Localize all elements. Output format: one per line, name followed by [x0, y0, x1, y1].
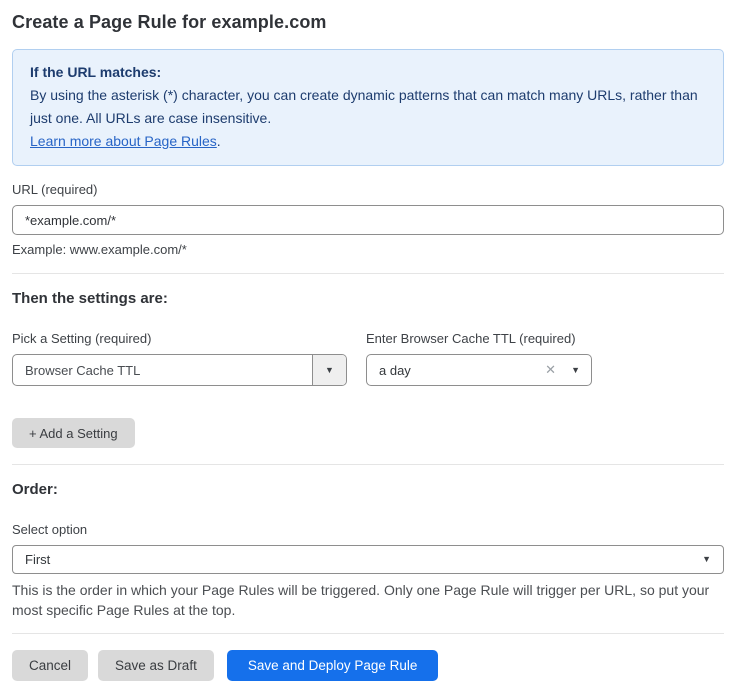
order-helper-text: This is the order in which your Page Rul… — [12, 580, 724, 620]
ttl-picker-column: Enter Browser Cache TTL (required) a day… — [366, 307, 592, 386]
info-box-link-line: Learn more about Page Rules. — [30, 130, 706, 153]
setting-picker-label: Pick a Setting (required) — [12, 331, 347, 346]
cancel-button[interactable]: Cancel — [12, 650, 88, 681]
settings-row: Pick a Setting (required) Browser Cache … — [12, 307, 724, 386]
divider — [12, 633, 724, 634]
chevron-down-icon: ▼ — [702, 555, 711, 564]
footer-buttons: Cancel Save as Draft Save and Deploy Pag… — [12, 650, 724, 681]
ttl-picker-combobox[interactable]: a day ✕ ▼ — [366, 354, 592, 386]
add-setting-button[interactable]: + Add a Setting — [12, 418, 135, 448]
link-period: . — [217, 133, 221, 149]
setting-picker-select[interactable]: Browser Cache TTL ▼ — [12, 354, 347, 386]
clear-icon[interactable]: ✕ — [545, 362, 556, 378]
url-input[interactable] — [12, 205, 724, 235]
ttl-picker-label: Enter Browser Cache TTL (required) — [366, 331, 592, 346]
divider — [12, 273, 724, 274]
save-and-deploy-button[interactable]: Save and Deploy Page Rule — [227, 650, 439, 681]
url-helper-text: Example: www.example.com/* — [12, 242, 724, 257]
order-section-heading: Order: — [12, 481, 724, 498]
info-box-body: By using the asterisk (*) character, you… — [30, 84, 706, 130]
learn-more-link[interactable]: Learn more about Page Rules — [30, 133, 217, 149]
settings-section-heading: Then the settings are: — [12, 290, 724, 307]
url-label: URL (required) — [12, 182, 724, 197]
ttl-picker-value: a day — [379, 363, 545, 378]
order-select-value: First — [25, 552, 702, 567]
divider — [12, 464, 724, 465]
info-box-heading: If the URL matches: — [30, 61, 706, 84]
page-title: Create a Page Rule for example.com — [12, 12, 724, 33]
url-matches-info-box: If the URL matches: By using the asteris… — [12, 49, 724, 166]
order-select[interactable]: First ▼ — [12, 545, 724, 574]
chevron-down-icon: ▼ — [325, 366, 334, 375]
setting-picker-column: Pick a Setting (required) Browser Cache … — [12, 307, 347, 386]
setting-picker-arrow-segment[interactable]: ▼ — [312, 355, 346, 385]
order-select-label: Select option — [12, 522, 724, 537]
setting-picker-value: Browser Cache TTL — [13, 363, 312, 378]
save-as-draft-button[interactable]: Save as Draft — [98, 650, 214, 681]
chevron-down-icon[interactable]: ▼ — [571, 366, 580, 375]
create-page-rule-form: Create a Page Rule for example.com If th… — [0, 0, 736, 681]
